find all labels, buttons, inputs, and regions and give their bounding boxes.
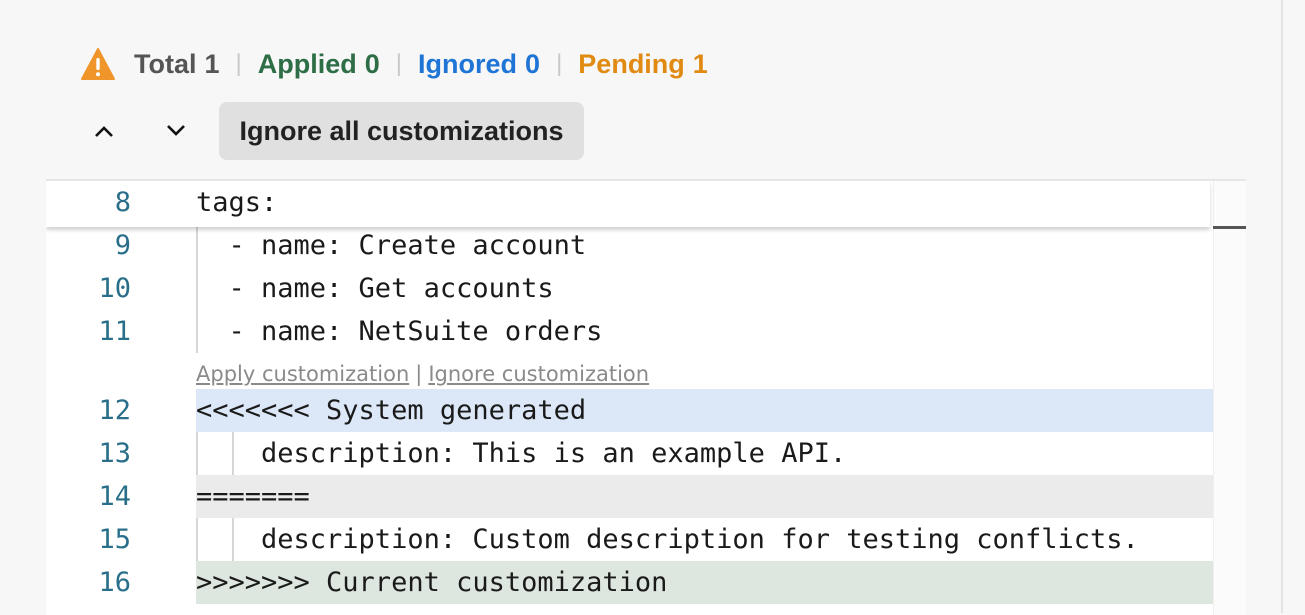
stat-separator: | xyxy=(556,50,563,77)
ignore-customization-link[interactable]: Ignore customization xyxy=(428,362,649,386)
warning-triangle-icon xyxy=(81,48,115,80)
stat-separator: | xyxy=(395,50,403,77)
chevron-down-icon xyxy=(167,125,185,136)
ignore-all-customizations-button[interactable]: Ignore all customizations xyxy=(219,102,584,160)
code-line: 12 <<<<<<< System generated xyxy=(46,389,1246,432)
line-number: 12 xyxy=(98,395,131,426)
apply-customization-link[interactable]: Apply customization xyxy=(196,362,409,386)
applied-count: Applied 0 xyxy=(257,48,380,79)
conflict-toolbar: Ignore all customizations xyxy=(80,102,584,160)
line-number: 15 xyxy=(98,524,131,555)
line-text: <<<<<<< System generated xyxy=(196,395,587,426)
code-line: 10 - name: Get accounts xyxy=(46,267,1246,310)
line-number: 13 xyxy=(98,438,131,469)
sticky-scroll-line[interactable]: 8 tags: xyxy=(46,181,1210,227)
scrollbar-position-marker xyxy=(1213,226,1246,229)
line-text: ======= xyxy=(196,481,310,512)
code-line: 8 tags: xyxy=(46,181,1246,224)
stat-separator: | xyxy=(235,50,242,77)
line-number: 14 xyxy=(98,481,131,512)
line-number: 10 xyxy=(98,273,131,304)
line-text: - name: Create account xyxy=(196,230,587,261)
code-line: 11 - name: NetSuite orders xyxy=(46,310,1246,353)
code-line: 9 - name: Create account xyxy=(46,224,1246,267)
line-text: description: Custom description for test… xyxy=(196,524,1139,555)
total-count: Total 1 xyxy=(134,48,220,79)
line-text: - name: NetSuite orders xyxy=(196,316,603,347)
conflict-actions: Apply customization | Ignore customization xyxy=(196,357,649,391)
code-line: 14 ======= xyxy=(46,475,1246,518)
panel-right-border xyxy=(1281,0,1283,613)
next-conflict-button[interactable] xyxy=(152,107,200,155)
action-separator: | xyxy=(415,362,423,386)
ignored-count: Ignored 0 xyxy=(418,48,541,79)
line-text: description: This is an example API. xyxy=(196,438,847,469)
chevron-up-icon xyxy=(95,126,113,137)
line-number: 8 xyxy=(114,187,131,218)
code-line: 16 >>>>>>> Current customization xyxy=(46,561,1246,604)
line-text: >>>>>>> Current customization xyxy=(196,567,668,598)
code-line: 15 description: Custom description for t… xyxy=(46,518,1246,561)
line-number: 9 xyxy=(114,230,131,261)
line-text: tags: xyxy=(196,187,278,218)
pending-count: Pending 1 xyxy=(578,48,708,79)
previous-conflict-button[interactable] xyxy=(80,107,128,155)
minimap-scrollbar[interactable] xyxy=(1213,181,1246,615)
line-number: 11 xyxy=(98,316,131,347)
line-text: - name: Get accounts xyxy=(196,273,554,304)
conflict-summary: Total 1 | Applied 0 | Ignored 0 | Pending 1 xyxy=(80,44,708,84)
code-editor[interactable]: 8 tags: 9 - name: Create account 10 - na… xyxy=(46,179,1246,615)
code-line: 13 description: This is an example API. xyxy=(46,432,1246,475)
line-number: 16 xyxy=(98,567,131,598)
